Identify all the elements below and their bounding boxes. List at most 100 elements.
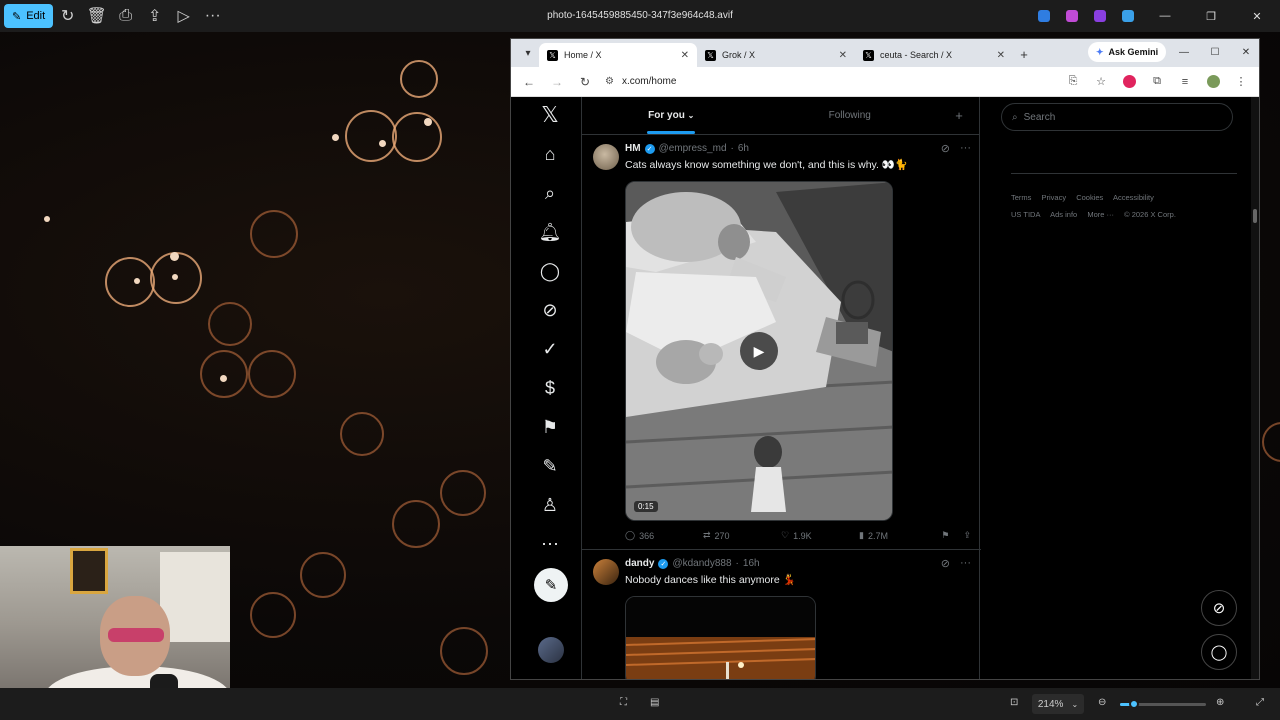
fullscreen-icon[interactable]: ⤢: [1256, 697, 1264, 708]
footer-link-accessibility[interactable]: Accessibility: [1113, 193, 1154, 202]
footer-link-more[interactable]: More ···: [1087, 210, 1114, 219]
zoom-slider[interactable]: [1120, 699, 1206, 709]
zoom-slider-thumb[interactable]: [1128, 699, 1139, 709]
tweet-handle[interactable]: @empress_md: [659, 143, 727, 154]
zoom-out-icon[interactable]: ⊖: [1098, 697, 1106, 708]
tweet-time[interactable]: 16h: [743, 558, 760, 569]
tweet-author-name[interactable]: HM: [625, 143, 641, 154]
new-tab-icon[interactable]: +: [1013, 43, 1035, 65]
bookmarks-icon[interactable]: ⚑: [533, 410, 567, 444]
close-tab-icon[interactable]: ✕: [839, 50, 847, 61]
tweet-handle[interactable]: @kdandy888: [672, 558, 731, 569]
zoom-select[interactable]: 214% ⌄: [1032, 694, 1084, 714]
close-tab-icon[interactable]: ✕: [997, 50, 1005, 61]
actual-size-icon[interactable]: ⊡: [1010, 697, 1018, 708]
x-logo-icon[interactable]: 𝕏: [533, 98, 567, 132]
fit-screen-icon[interactable]: ⛶: [620, 697, 627, 708]
monetization-icon[interactable]: $: [533, 371, 567, 405]
bookmark-icon[interactable]: ⚑: [941, 530, 949, 541]
profile-icon[interactable]: [1201, 71, 1225, 93]
print-icon[interactable]: ⎙: [111, 4, 140, 28]
add-feed-icon[interactable]: +: [939, 97, 979, 134]
minimize-icon[interactable]: —: [1142, 0, 1188, 32]
bookmark-star-icon[interactable]: ☆: [1089, 71, 1113, 93]
adblock-icon[interactable]: [1117, 71, 1141, 93]
explore-search-icon[interactable]: ⌕: [533, 176, 567, 210]
reload-icon[interactable]: ↻: [573, 71, 597, 93]
close-icon[interactable]: ✕: [1234, 0, 1280, 32]
browser-close-icon[interactable]: ✕: [1231, 39, 1261, 65]
tweet-time[interactable]: 6h: [738, 143, 749, 154]
tweet-more-icon[interactable]: ···: [960, 142, 971, 155]
tweet[interactable]: HM ✓ @empress_md · 6h ⊘ ··· Cats always …: [582, 136, 981, 550]
tab-following[interactable]: Following: [761, 97, 940, 134]
close-tab-icon[interactable]: ✕: [681, 50, 689, 61]
scrollbar-thumb[interactable]: [1253, 209, 1257, 223]
profile-nav-icon[interactable]: ♙: [533, 488, 567, 522]
tweet[interactable]: dandy ✓ @kdandy888 · 16h ⊘ ··· Nobody da…: [582, 551, 981, 679]
tweet-more-icon[interactable]: ···: [960, 557, 971, 570]
url-field[interactable]: ⚙ x.com/home: [601, 71, 1057, 93]
tweet-video[interactable]: ▶ 0:15: [625, 181, 893, 521]
extensions-icon[interactable]: ⧉: [1145, 71, 1169, 93]
reading-list-icon[interactable]: ≡: [1173, 71, 1197, 93]
rotate-icon[interactable]: ↻: [53, 4, 82, 28]
footer-link-cookies[interactable]: Cookies: [1076, 193, 1103, 202]
grok-icon[interactable]: ⊘: [533, 293, 567, 327]
app-icon-1[interactable]: [1038, 10, 1050, 22]
footer-link-ads-info[interactable]: Ads info: [1050, 210, 1077, 219]
page-scrollbar[interactable]: [1251, 97, 1259, 679]
like-button[interactable]: ♡ 1.9K: [781, 530, 859, 541]
back-icon[interactable]: ←: [517, 71, 541, 93]
app-icon-4[interactable]: [1122, 10, 1134, 22]
play-icon[interactable]: ▶: [740, 332, 778, 370]
grok-fab-icon[interactable]: ⊘: [1201, 590, 1237, 626]
info-panel-icon[interactable]: ▤: [650, 697, 659, 708]
app-icon-3[interactable]: [1094, 10, 1106, 22]
compose-post-button[interactable]: ✎: [534, 568, 568, 602]
reply-button[interactable]: ◯ 366: [625, 530, 703, 541]
delete-icon[interactable]: 🗑: [82, 4, 111, 28]
footer-link-privacy[interactable]: Privacy: [1042, 193, 1067, 202]
grok-explain-icon[interactable]: ⊘: [941, 557, 950, 570]
bokeh-circle: [345, 110, 397, 162]
messages-icon[interactable]: ◯: [533, 254, 567, 288]
app-icon-2[interactable]: [1066, 10, 1078, 22]
tweet-avatar[interactable]: [593, 559, 619, 585]
browser-maximize-icon[interactable]: ☐: [1200, 39, 1230, 65]
x-search-input[interactable]: ⌕ Search: [1001, 103, 1233, 131]
browser-minimize-icon[interactable]: —: [1169, 39, 1199, 65]
views-button[interactable]: ▮ 2.7M: [859, 530, 937, 541]
tab-search-icon[interactable]: ▾: [517, 42, 539, 64]
notifications-icon[interactable]: 🔔︎: [533, 215, 567, 249]
grok-explain-icon[interactable]: ⊘: [941, 142, 950, 155]
share-icon[interactable]: ⇪: [140, 4, 169, 28]
edit-button[interactable]: ✎ Edit: [4, 4, 54, 28]
more-icon[interactable]: ···: [198, 4, 227, 28]
slideshow-icon[interactable]: ▷: [169, 4, 198, 28]
tab-for-you[interactable]: For you ⌄: [582, 97, 761, 134]
share-post-icon[interactable]: ⇪: [963, 530, 971, 541]
forward-icon[interactable]: →: [545, 71, 569, 93]
premium-icon[interactable]: ✓: [533, 332, 567, 366]
tab-grok[interactable]: 𝕏 Grok / X ✕: [697, 43, 855, 67]
footer-link-us-tida[interactable]: US TIDA: [1011, 210, 1040, 219]
tab-search[interactable]: 𝕏 ceuta - Search / X ✕: [855, 43, 1013, 67]
footer-link-terms[interactable]: Terms: [1011, 193, 1031, 202]
repost-button[interactable]: ⇄ 270: [703, 530, 781, 541]
install-icon[interactable]: ⎘: [1061, 71, 1085, 93]
tab-home[interactable]: 𝕏 Home / X ✕: [539, 43, 697, 67]
ask-gemini-button[interactable]: ✦ Ask Gemini: [1088, 42, 1167, 62]
home-icon[interactable]: ⌂: [533, 137, 567, 171]
zoom-in-icon[interactable]: ⊕: [1216, 697, 1224, 708]
tweet-video[interactable]: [625, 596, 816, 679]
maximize-icon[interactable]: ❐: [1188, 0, 1234, 32]
site-info-icon[interactable]: ⚙: [605, 76, 614, 87]
articles-icon[interactable]: ✎: [533, 449, 567, 483]
tweet-author-name[interactable]: dandy: [625, 558, 654, 569]
messages-fab-icon[interactable]: ◯: [1201, 634, 1237, 670]
account-avatar[interactable]: [538, 637, 564, 663]
browser-menu-icon[interactable]: ⋮: [1229, 71, 1253, 93]
tweet-avatar[interactable]: [593, 144, 619, 170]
more-options-icon[interactable]: ⋯: [533, 527, 567, 561]
